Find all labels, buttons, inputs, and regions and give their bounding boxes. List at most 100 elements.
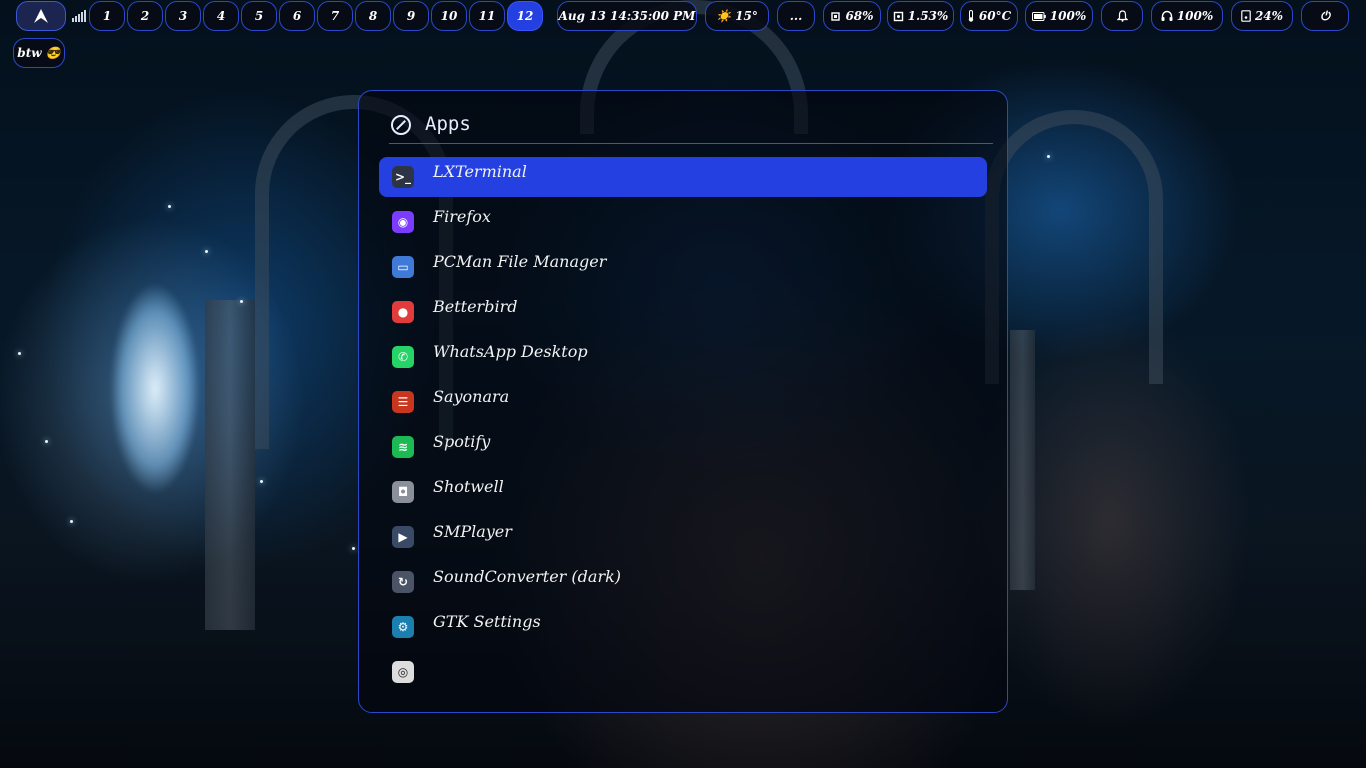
memory-value: 1.53% <box>907 9 949 23</box>
app-item[interactable]: ☰ Sayonara <box>379 382 987 422</box>
weather-widget[interactable]: ☀️ 15° <box>705 1 769 31</box>
memory-icon <box>893 11 903 21</box>
workspace-button-5[interactable]: 5 <box>241 1 277 31</box>
more-button[interactable]: ... <box>777 1 815 31</box>
app-item[interactable]: ● Betterbird <box>379 292 987 332</box>
power-icon: ⏻ <box>1320 8 1330 23</box>
workspace-label: 3 <box>178 9 188 23</box>
wallpaper-pillar <box>1010 330 1035 590</box>
app-list: >_ LXTerminal ◉ Firefox ▭ PCMan File Manager ●… <box>379 157 987 697</box>
spotify-icon: ≋ <box>392 436 414 458</box>
whatsapp-icon: ✆ <box>392 346 414 368</box>
sparkle <box>45 440 48 443</box>
headphones-widget[interactable]: 100% <box>1151 1 1223 31</box>
workspace-label: 9 <box>406 9 416 23</box>
terminal-icon: >_ <box>392 166 414 188</box>
workspace-button-6[interactable]: 6 <box>279 1 315 31</box>
app-label: GTK Settings <box>433 612 541 631</box>
power-button[interactable]: ⏻ <box>1301 1 1349 31</box>
top-bar: 1 2 3 4 5 6 7 8 9 10 11 12 Aug 13 14:35:… <box>0 0 1366 34</box>
workspace-label: 10 <box>440 9 458 23</box>
app-item[interactable]: ↻ SoundConverter (dark) <box>379 562 987 602</box>
app-label: Firefox <box>433 207 491 226</box>
notifications-button[interactable] <box>1101 1 1143 31</box>
app-label: PCMan File Manager <box>433 252 607 271</box>
workspace-label: 8 <box>368 9 378 23</box>
workspace-button-9[interactable]: 9 <box>393 1 429 31</box>
firefox-icon: ◉ <box>392 211 414 233</box>
launcher-title: Apps <box>425 113 471 135</box>
workspace-button-10[interactable]: 10 <box>431 1 467 31</box>
temperature-widget[interactable]: 60°C <box>960 1 1018 31</box>
app-item[interactable]: ≋ Spotify <box>379 427 987 467</box>
workspace-button-12[interactable]: 12 <box>507 1 543 31</box>
sparkle <box>168 205 171 208</box>
disk-icon <box>1241 10 1251 22</box>
sparkle <box>1047 155 1050 158</box>
sayonara-icon: ☰ <box>392 391 414 413</box>
workspace-label: 12 <box>516 9 534 23</box>
workspace-button-11[interactable]: 11 <box>469 1 505 31</box>
workspace-button-7[interactable]: 7 <box>317 1 353 31</box>
app-label: LXTerminal <box>433 162 527 181</box>
workspace-label: 1 <box>102 9 112 23</box>
app-launcher-panel: Apps >_ LXTerminal ◉ Firefox ▭ PCMan File Man… <box>358 90 1008 713</box>
sparkle <box>205 250 208 253</box>
temperature-value: 60°C <box>978 9 1012 23</box>
workspace-button-1[interactable]: 1 <box>89 1 125 31</box>
arch-logo-icon <box>34 9 48 23</box>
app-item[interactable]: ◉ Firefox <box>379 202 987 242</box>
workspace-button-8[interactable]: 8 <box>355 1 391 31</box>
arch-launcher-button[interactable] <box>16 1 66 31</box>
app-item[interactable]: >_ LXTerminal <box>379 157 987 197</box>
launcher-header: Apps <box>389 113 993 144</box>
more-label: ... <box>789 9 803 23</box>
workspace-label: 4 <box>216 9 226 23</box>
sparkle <box>260 480 263 483</box>
headphones-icon <box>1161 10 1173 21</box>
app-item[interactable]: ⚙ GTK Settings <box>379 607 987 647</box>
thermometer-icon <box>968 10 974 22</box>
compass-icon <box>391 115 411 135</box>
battery-widget[interactable]: 100% <box>1025 1 1093 31</box>
app-label: WhatsApp Desktop <box>433 342 588 361</box>
cpu-icon <box>831 11 841 21</box>
disc-icon: ◎ <box>392 661 414 683</box>
sun-icon: ☀️ <box>716 9 732 23</box>
fairy-figure <box>60 240 250 570</box>
app-label: SMPlayer <box>433 522 512 541</box>
battery-icon <box>1031 11 1046 21</box>
workspace-button-2[interactable]: 2 <box>127 1 163 31</box>
app-item[interactable]: ◘ Shotwell <box>379 472 987 512</box>
network-signal-icon[interactable] <box>72 10 86 22</box>
workspace-label: 7 <box>330 9 340 23</box>
workspace-button-4[interactable]: 4 <box>203 1 239 31</box>
app-item[interactable]: ▭ PCMan File Manager <box>379 247 987 287</box>
disk-widget[interactable]: 24% <box>1231 1 1293 31</box>
btw-badge: btw 😎 <box>13 38 65 68</box>
folder-icon: ▭ <box>392 256 414 278</box>
betterbird-icon: ● <box>392 301 414 323</box>
cpu-widget[interactable]: 68% <box>823 1 881 31</box>
clock-widget[interactable]: Aug 13 14:35:00 PM <box>557 1 697 31</box>
memory-widget[interactable]: 1.53% <box>887 1 954 31</box>
workspace-label: 2 <box>140 9 150 23</box>
smplayer-icon: ▶ <box>392 526 414 548</box>
sparkle <box>352 547 355 550</box>
app-item[interactable]: ✆ WhatsApp Desktop <box>379 337 987 377</box>
workspace-label: 6 <box>292 9 302 23</box>
app-item[interactable]: ▶ SMPlayer <box>379 517 987 557</box>
workspace-label: 11 <box>478 9 496 23</box>
app-label: Spotify <box>433 432 491 451</box>
bell-icon <box>1116 10 1128 22</box>
workspace-label: 5 <box>254 9 264 23</box>
app-label: SoundConverter (dark) <box>433 567 622 586</box>
soundconverter-icon: ↻ <box>392 571 414 593</box>
workspace-button-3[interactable]: 3 <box>165 1 201 31</box>
camera-icon: ◘ <box>392 481 414 503</box>
cpu-value: 68% <box>845 9 874 23</box>
headphones-value: 100% <box>1176 9 1214 23</box>
clock-text: Aug 13 14:35:00 PM <box>558 9 696 23</box>
app-item[interactable]: ◎ <box>379 652 987 692</box>
battery-value: 100% <box>1049 9 1087 23</box>
